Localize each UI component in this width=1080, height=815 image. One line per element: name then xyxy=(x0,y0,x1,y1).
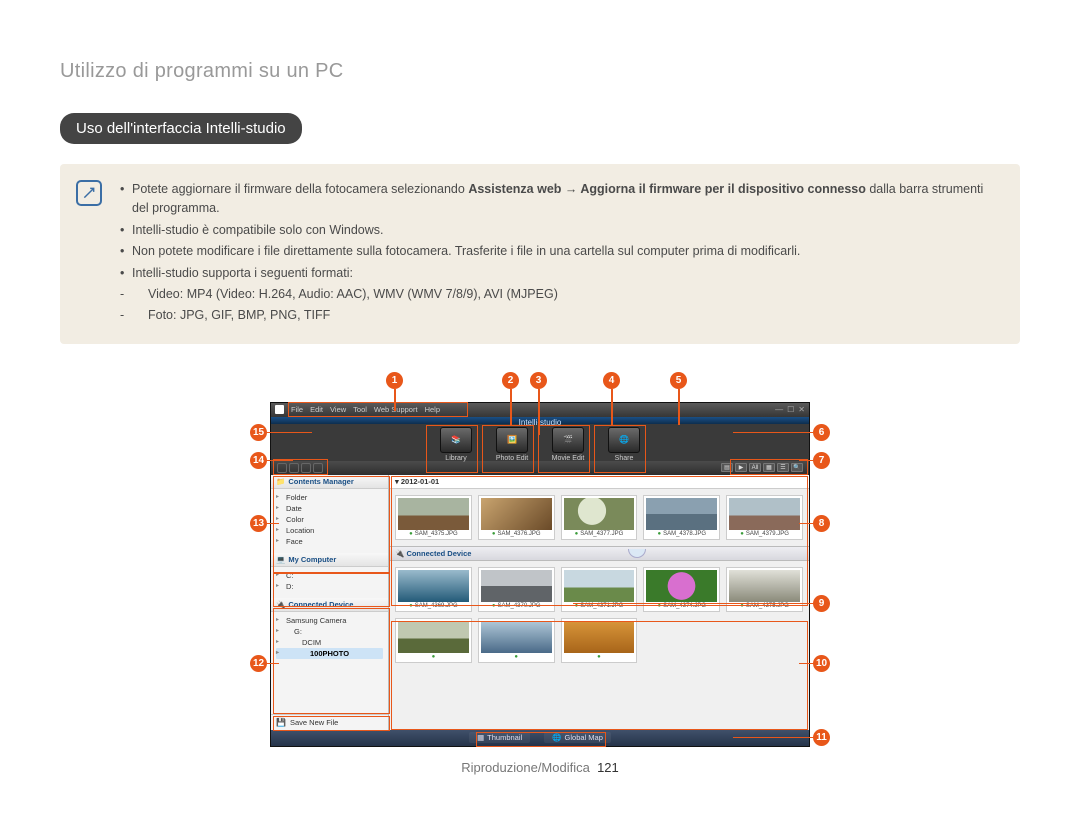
callout-14: 14 xyxy=(250,452,267,469)
date-bar: ▾ 2012-01-01 xyxy=(389,475,809,489)
connected-device-header[interactable]: 🔌 Connected Device xyxy=(271,598,388,612)
thumbnail[interactable]: SAM_4376.JPG xyxy=(478,495,555,540)
menu-edit[interactable]: Edit xyxy=(310,405,323,414)
drive-g[interactable]: G: xyxy=(276,626,383,637)
menu-websupport[interactable]: Web Support xyxy=(374,405,418,414)
thumbnail[interactable] xyxy=(395,618,472,663)
quick-toolbar: 📚Library 🖼️Photo Edit 🎬Movie Edit 🌐Share xyxy=(433,427,647,462)
filter-video-icon[interactable]: ▶ xyxy=(735,463,747,472)
note-item: Non potete modificare i file direttament… xyxy=(120,242,1002,261)
library-thumbs: SAM_4375.JPG SAM_4376.JPG SAM_4377.JPG S… xyxy=(389,489,809,546)
contents-manager-header[interactable]: 📁 Contents Manager xyxy=(271,475,388,489)
callout-15: 15 xyxy=(250,424,267,441)
brand-label: Intelli-studio xyxy=(519,418,562,427)
thumbnail[interactable]: SAM_4375.JPG xyxy=(726,567,803,612)
menu-tool[interactable]: Tool xyxy=(353,405,367,414)
sidebar: 📁 Contents Manager Folder Date Color Loc… xyxy=(271,475,389,730)
tree-date[interactable]: Date xyxy=(276,503,383,514)
close-icon[interactable]: ✕ xyxy=(798,405,805,414)
thumbnail[interactable]: SAM_4374.JPG xyxy=(643,567,720,612)
tree-color[interactable]: Color xyxy=(276,514,383,525)
callout-3: 3 xyxy=(530,372,547,389)
note-list: Potete aggiornare il firmware della foto… xyxy=(120,180,1002,326)
thumbnail[interactable]: SAM_4369.JPG xyxy=(395,567,472,612)
movieedit-button[interactable]: 🎬Movie Edit xyxy=(545,427,591,462)
callout-7: 7 xyxy=(813,452,830,469)
tree-folder[interactable]: Folder xyxy=(276,492,383,503)
app-footer: ▦ Thumbnail 🌐 Global Map xyxy=(271,730,809,746)
note-icon xyxy=(76,180,102,206)
page-footer: Riproduzione/Modifica 121 xyxy=(0,760,1080,775)
titlebar: File Edit View Tool Web Support Help — ☐… xyxy=(271,403,809,417)
tree-location[interactable]: Location xyxy=(276,525,383,536)
callout-4: 4 xyxy=(603,372,620,389)
app-logo-icon xyxy=(275,405,284,414)
figure: 1 2 3 4 5 6 7 8 9 10 11 12 13 14 15 File… xyxy=(210,372,870,747)
section-title: Uso dell'interfaccia Intelli-studio xyxy=(60,113,302,144)
note-item: Intelli-studio supporta i seguenti forma… xyxy=(120,264,1002,283)
thumbnail[interactable]: SAM_4371.JPG xyxy=(561,567,638,612)
folder-dcim[interactable]: DCIM xyxy=(276,637,383,648)
callout-11: 11 xyxy=(813,729,830,746)
share-button[interactable]: 🌐Share xyxy=(601,427,647,462)
thumbnail-view-button[interactable]: ▦ Thumbnail xyxy=(469,732,530,743)
thumbnail[interactable]: SAM_4375.JPG xyxy=(395,495,472,540)
menu-help[interactable]: Help xyxy=(425,405,440,414)
note-box: Potete aggiornare il firmware della foto… xyxy=(60,164,1020,344)
thumbnail[interactable]: SAM_4370.JPG xyxy=(478,567,555,612)
callout-12: 12 xyxy=(250,655,267,672)
note-item: Intelli-studio è compatibile solo con Wi… xyxy=(120,221,1002,240)
thumbnail[interactable]: SAM_4379.JPG xyxy=(726,495,803,540)
thumbnail[interactable] xyxy=(561,618,638,663)
connected-tree: Samsung Camera G: DCIM 100PHOTO xyxy=(271,612,388,665)
tree-face[interactable]: Face xyxy=(276,536,383,547)
drive-d[interactable]: D: xyxy=(276,581,383,592)
search-icon[interactable]: 🔍 xyxy=(791,463,803,472)
thumbnail[interactable]: SAM_4377.JPG xyxy=(561,495,638,540)
device-thumbs: SAM_4369.JPG SAM_4370.JPG SAM_4371.JPG S… xyxy=(389,561,809,669)
callout-10: 10 xyxy=(813,655,830,672)
photoedit-button[interactable]: 🖼️Photo Edit xyxy=(489,427,535,462)
callout-9: 9 xyxy=(813,595,830,612)
drive-c[interactable]: C: xyxy=(276,570,383,581)
mycomputer-tree: C: D: xyxy=(271,567,388,598)
library-button[interactable]: 📚Library xyxy=(433,427,479,462)
callout-8: 8 xyxy=(813,515,830,532)
nav-strip: ▤ ▶ All ▦ ☰ 🔍 xyxy=(271,461,809,475)
minimize-icon[interactable]: — xyxy=(775,405,783,414)
note-subitem: Video: MP4 (Video: H.264, Audio: AAC), W… xyxy=(120,285,1002,304)
expand-handle-icon[interactable] xyxy=(628,549,646,558)
callout-1: 1 xyxy=(386,372,403,389)
callout-5: 5 xyxy=(670,372,687,389)
folder-100photo[interactable]: 100PHOTO xyxy=(276,648,383,659)
note-subitem: Foto: JPG, GIF, BMP, PNG, TIFF xyxy=(120,306,1002,325)
device-camera[interactable]: Samsung Camera xyxy=(276,615,383,626)
nav-pager[interactable] xyxy=(277,463,323,473)
view-grid-icon[interactable]: ▦ xyxy=(763,463,775,472)
filter-all[interactable]: All xyxy=(749,463,761,472)
breadcrumb: Utilizzo di programmi su un PC xyxy=(60,60,1020,83)
connected-device-bar: 🔌 Connected Device xyxy=(389,546,809,561)
filter-photo-icon[interactable]: ▤ xyxy=(721,463,733,472)
my-computer-header[interactable]: 💻 My Computer xyxy=(271,553,388,567)
save-new-file-button[interactable]: Save New File xyxy=(271,714,388,730)
global-map-button[interactable]: 🌐 Global Map xyxy=(544,732,611,743)
note-item: Potete aggiornare il firmware della foto… xyxy=(120,180,1002,219)
view-list-icon[interactable]: ☰ xyxy=(777,463,789,472)
callout-2: 2 xyxy=(502,372,519,389)
maximize-icon[interactable]: ☐ xyxy=(787,405,794,414)
thumbnail[interactable]: SAM_4378.JPG xyxy=(643,495,720,540)
menu-view[interactable]: View xyxy=(330,405,346,414)
thumbnail[interactable] xyxy=(478,618,555,663)
menu-file[interactable]: File xyxy=(291,405,303,414)
callout-13: 13 xyxy=(250,515,267,532)
callout-6: 6 xyxy=(813,424,830,441)
contents-tree: Folder Date Color Location Face xyxy=(271,489,388,553)
intelli-studio-window: File Edit View Tool Web Support Help — ☐… xyxy=(270,402,810,747)
